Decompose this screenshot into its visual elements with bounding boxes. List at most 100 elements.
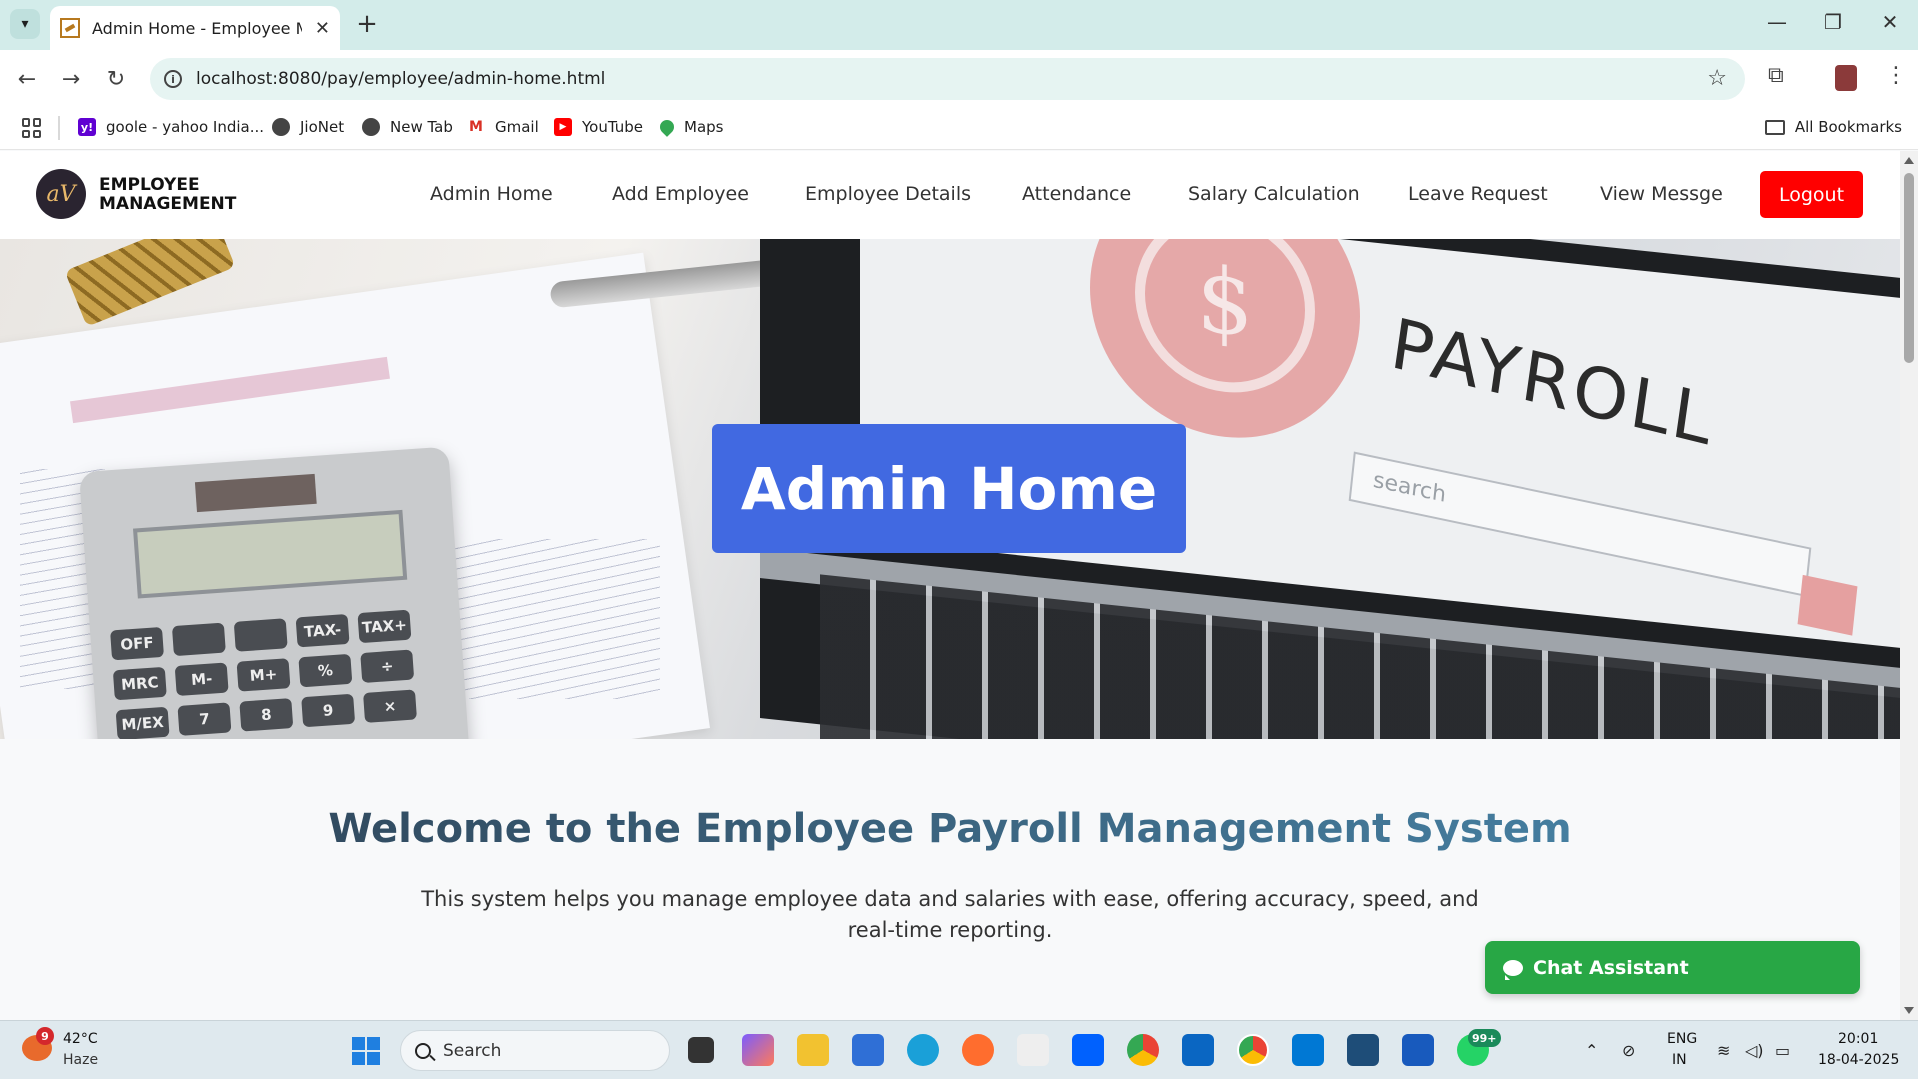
bookmark-label: goole - yahoo India...: [106, 118, 265, 136]
weather-condition[interactable]: Haze: [63, 1052, 98, 1068]
screen-search-box: search: [1348, 451, 1812, 597]
logo-line-1: EMPLOYEE: [99, 175, 200, 195]
tab-strip: ▾ Admin Home - Employee Management ✕ + —…: [0, 0, 1918, 50]
web-page: aV EMPLOYEE MANAGEMENT Admin Home Add Em…: [0, 151, 1900, 1020]
globe-icon: [272, 118, 290, 136]
browser-tab[interactable]: Admin Home - Employee Management ✕: [50, 6, 340, 50]
all-bookmarks-label: All Bookmarks: [1794, 118, 1902, 136]
hero-banner: OFF TAX- TAX+ MRC M- M+% ÷ M/EX 7 8 9 × $ PAYROLL s…: [0, 239, 1900, 739]
taskbar-search-label: Search: [443, 1040, 502, 1061]
wifi-icon[interactable]: ≋: [1717, 1041, 1730, 1060]
bookmark-maps[interactable]: Maps: [657, 117, 723, 137]
logout-button[interactable]: Logout: [1760, 171, 1863, 218]
language-indicator[interactable]: ENG: [1667, 1031, 1697, 1047]
bookmark-yahoo[interactable]: y! goole - yahoo India...: [78, 118, 264, 136]
chat-bubble-icon: [1503, 959, 1523, 980]
calculator-key: 9: [301, 693, 356, 728]
welcome-description: This system helps you manage employee da…: [421, 887, 1479, 942]
browser-menu-icon[interactable]: ⋮: [1885, 63, 1907, 88]
back-icon[interactable]: ←: [12, 64, 42, 94]
copilot-icon[interactable]: [742, 1034, 774, 1066]
logo-line-2: MANAGEMENT: [99, 194, 237, 214]
tab-close-icon[interactable]: ✕: [315, 18, 330, 39]
page-scrollbar[interactable]: [1900, 151, 1918, 1020]
nav-leave-request[interactable]: Leave Request: [1408, 183, 1548, 205]
nav-salary-calculation[interactable]: Salary Calculation: [1188, 183, 1360, 205]
chat-assistant-label: Chat Assistant: [1533, 956, 1689, 979]
calculator-key: TAX-: [295, 613, 350, 648]
nav-add-employee[interactable]: Add Employee: [612, 183, 749, 205]
new-tab-button[interactable]: +: [352, 9, 382, 39]
payroll-word: PAYROLL: [1385, 302, 1720, 462]
calculator-solar-panel: [194, 473, 317, 513]
plus-icon: +: [356, 9, 378, 39]
nav-admin-home[interactable]: Admin Home: [430, 183, 553, 205]
dropbox-icon[interactable]: [1072, 1034, 1104, 1066]
forward-icon[interactable]: →: [56, 64, 86, 94]
vscode-icon[interactable]: [1292, 1034, 1324, 1066]
restore-icon[interactable]: ❐: [1813, 10, 1853, 34]
chat-assistant-button[interactable]: Chat Assistant: [1485, 941, 1860, 994]
tab-search-button[interactable]: ▾: [10, 9, 40, 39]
address-bar[interactable]: i localhost:8080/pay/employee/admin-home…: [150, 58, 1745, 100]
scroll-thumb[interactable]: [1904, 173, 1914, 363]
scroll-up-icon[interactable]: [1904, 157, 1914, 164]
bookmark-star-icon[interactable]: ☆: [1707, 66, 1727, 91]
hero-text-lines-decor: [440, 539, 660, 699]
windows-start-icon[interactable]: [352, 1037, 380, 1065]
apps-grid-icon[interactable]: [22, 118, 42, 138]
folder-icon: [1764, 119, 1785, 135]
battery-icon[interactable]: ▭: [1775, 1041, 1790, 1060]
bookmarks-divider: [58, 116, 60, 140]
calculator-key: 7: [177, 702, 232, 736]
task-view-icon[interactable]: [688, 1037, 714, 1063]
clock-date[interactable]: 18-04-2025: [1818, 1052, 1899, 1068]
nav-attendance[interactable]: Attendance: [1022, 183, 1131, 205]
calculator-key: ×: [363, 689, 417, 723]
file-explorer-icon[interactable]: [797, 1034, 829, 1066]
tab-favicon-icon: [60, 18, 80, 38]
bookmark-label: JioNet: [300, 118, 345, 136]
edge-icon[interactable]: [907, 1034, 939, 1066]
dollar-sign: $: [1135, 239, 1315, 402]
close-window-icon[interactable]: ✕: [1870, 10, 1910, 34]
region-indicator[interactable]: IN: [1672, 1052, 1687, 1068]
weather-temperature[interactable]: 42°C: [63, 1031, 98, 1047]
bookmark-youtube[interactable]: ▶ YouTube: [554, 118, 643, 136]
screen-search-icon: [1797, 574, 1858, 636]
chrome-icon[interactable]: [1127, 1034, 1159, 1066]
extensions-icon[interactable]: ⧉: [1768, 63, 1784, 88]
app-icon[interactable]: [1347, 1034, 1379, 1066]
app-icon[interactable]: [1182, 1034, 1214, 1066]
firefox-icon[interactable]: [962, 1034, 994, 1066]
clock-time[interactable]: 20:01: [1838, 1031, 1878, 1047]
nav-view-message[interactable]: View Messge: [1600, 183, 1723, 205]
scroll-down-icon[interactable]: [1904, 1007, 1914, 1014]
minimize-icon[interactable]: —: [1757, 10, 1797, 34]
reload-icon[interactable]: ↻: [101, 64, 131, 94]
whatsapp-badge: 99+: [1468, 1029, 1501, 1047]
globe-icon: [362, 118, 380, 136]
amazon-icon[interactable]: [1017, 1034, 1049, 1066]
bookmark-new-tab[interactable]: New Tab: [362, 118, 453, 136]
site-logo[interactable]: aV: [36, 169, 86, 219]
calculator-key: TAX+: [357, 609, 412, 644]
bookmark-jionet[interactable]: JioNet: [272, 118, 344, 136]
profile-avatar[interactable]: [1835, 65, 1857, 91]
calculator-key: [171, 622, 226, 657]
site-info-icon[interactable]: i: [164, 70, 182, 88]
bookmark-label: YouTube: [582, 118, 643, 136]
volume-icon[interactable]: ◁): [1745, 1041, 1764, 1060]
taskbar-search[interactable]: Search: [400, 1030, 670, 1071]
microsoft-store-icon[interactable]: [852, 1034, 884, 1066]
nav-employee-details[interactable]: Employee Details: [805, 183, 971, 205]
calculator-key: M/EX: [115, 706, 170, 739]
address-url[interactable]: localhost:8080/pay/employee/admin-home.h…: [196, 69, 605, 89]
all-bookmarks[interactable]: All Bookmarks: [1764, 118, 1902, 136]
chrome-profile-icon[interactable]: [1237, 1034, 1269, 1066]
network-off-icon[interactable]: ⊘: [1622, 1041, 1635, 1060]
bookmark-gmail[interactable]: M Gmail: [467, 118, 539, 136]
tray-overflow-icon[interactable]: ⌃: [1585, 1041, 1598, 1060]
gmail-icon: M: [467, 118, 485, 136]
word-icon[interactable]: [1402, 1034, 1434, 1066]
